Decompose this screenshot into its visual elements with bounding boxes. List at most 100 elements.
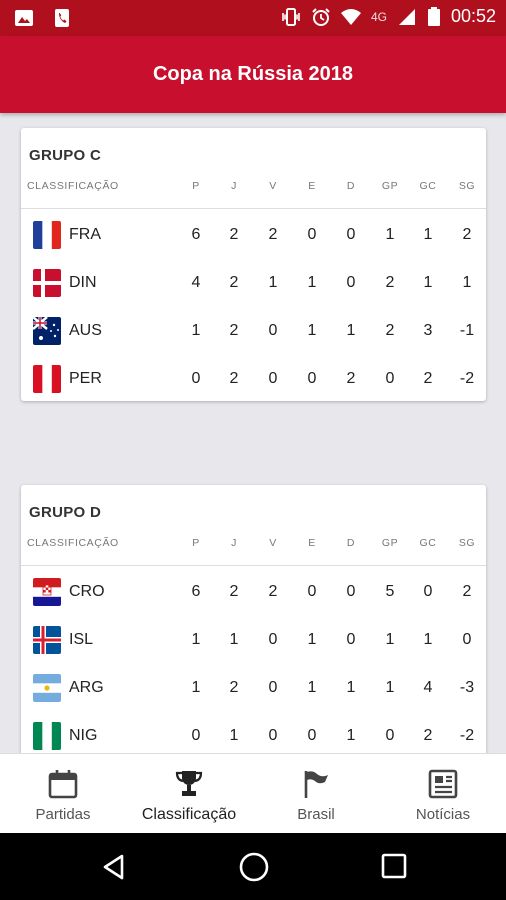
- stat-cell: 1: [385, 226, 395, 243]
- stat-cell: 6: [191, 226, 201, 243]
- header-classification: CLASSIFICAÇÃO: [27, 180, 119, 192]
- stat-cell: 0: [385, 370, 395, 387]
- nav-label: Brasil: [297, 806, 335, 823]
- nav-label: Classificação: [141, 806, 237, 823]
- australia-flag-icon: [33, 317, 61, 345]
- nigeria-flag-icon: [33, 722, 61, 750]
- stat-cell: 0: [307, 583, 317, 600]
- team-code: NIG: [69, 727, 98, 744]
- stat-cell: 2: [462, 226, 472, 243]
- stat-cell: 1: [385, 631, 395, 648]
- stat-cell: 1: [423, 226, 433, 243]
- column-header: P: [192, 537, 200, 549]
- stat-cell: 0: [385, 727, 395, 744]
- stat-cell: 6: [191, 583, 201, 600]
- signal-icon: [398, 8, 415, 25]
- team-code: DIN: [69, 274, 97, 291]
- back-icon[interactable]: [100, 853, 128, 881]
- team-code: ISL: [69, 631, 94, 648]
- page-title: Copa na Rússia 2018: [152, 63, 354, 85]
- nav-partidas[interactable]: Partidas: [0, 754, 126, 834]
- stat-cell: 1: [385, 679, 395, 696]
- nav-classificacao[interactable]: Classificação: [126, 754, 252, 834]
- stat-cell: 4: [423, 679, 433, 696]
- stat-cell: 1: [462, 274, 472, 291]
- nav-label: Partidas: [35, 806, 91, 823]
- standings-list[interactable]: GRUPO C CLASSIFICAÇÃO P J V E D GP GC SG FRA 6 2 2 0 0 1…: [0, 113, 506, 753]
- stat-cell: 0: [462, 631, 472, 648]
- column-header: P: [192, 180, 200, 192]
- column-header: V: [269, 180, 277, 192]
- home-icon[interactable]: [238, 851, 270, 883]
- stat-cell: -2: [459, 370, 475, 387]
- peru-flag-icon: [33, 365, 61, 393]
- stat-cell: 2: [229, 226, 239, 243]
- team-code: AUS: [69, 322, 102, 339]
- denmark-flag-icon: [33, 269, 61, 297]
- vibrate-icon: [282, 7, 300, 26]
- stat-cell: 0: [307, 226, 317, 243]
- stat-cell: 2: [462, 583, 472, 600]
- column-header: E: [308, 180, 316, 192]
- stat-cell: 4: [191, 274, 201, 291]
- stat-cell: 5: [385, 583, 395, 600]
- group-title: GRUPO D: [29, 504, 102, 521]
- stat-cell: -2: [459, 727, 475, 744]
- stat-cell: 0: [307, 727, 317, 744]
- stat-cell: 2: [229, 322, 239, 339]
- divider: [21, 208, 486, 209]
- stat-cell: 1: [229, 631, 239, 648]
- table-row[interactable]: AUS 1 2 0 1 1 2 3 -1: [21, 307, 486, 355]
- table-row[interactable]: FRA 6 2 2 0 0 1 1 2: [21, 211, 486, 259]
- stat-cell: 1: [346, 322, 356, 339]
- stat-cell: 0: [268, 370, 278, 387]
- header-classification: CLASSIFICAÇÃO: [27, 537, 119, 549]
- stat-cell: 2: [229, 583, 239, 600]
- nav-brasil[interactable]: Brasil: [253, 754, 379, 834]
- team-code: CRO: [69, 583, 105, 600]
- table-row[interactable]: PER 0 2 0 0 2 0 2 -2: [21, 355, 486, 403]
- battery-icon: [427, 6, 440, 26]
- table-row[interactable]: ISL 1 1 0 1 0 1 1 0: [21, 616, 486, 664]
- stat-cell: 2: [268, 226, 278, 243]
- trophy-icon: [175, 771, 203, 796]
- stat-cell: 0: [307, 370, 317, 387]
- stat-cell: 2: [385, 274, 395, 291]
- stat-cell: 1: [268, 274, 278, 291]
- column-header: E: [308, 537, 316, 549]
- column-header: SG: [458, 180, 476, 192]
- column-header: V: [269, 537, 277, 549]
- column-header: J: [231, 537, 237, 549]
- stat-cell: 1: [191, 322, 201, 339]
- stat-cell: 1: [307, 322, 317, 339]
- column-header: SG: [458, 537, 476, 549]
- stat-cell: 0: [268, 679, 278, 696]
- stat-cell: 0: [346, 631, 356, 648]
- recents-icon[interactable]: [381, 853, 407, 879]
- table-header: CLASSIFICAÇÃO P J V E D GP GC SG: [21, 537, 486, 557]
- stat-cell: 0: [268, 631, 278, 648]
- stat-cell: 1: [346, 727, 356, 744]
- team-code: PER: [69, 370, 102, 387]
- stat-cell: -3: [459, 679, 475, 696]
- stat-cell: 0: [346, 583, 356, 600]
- table-row[interactable]: ARG 1 2 0 1 1 1 4 -3: [21, 664, 486, 712]
- system-navigation-bar: [0, 833, 506, 900]
- column-header: GC: [419, 180, 437, 192]
- clock: 00:52: [450, 6, 496, 26]
- column-header: GC: [419, 537, 437, 549]
- argentina-flag-icon: [33, 674, 61, 702]
- status-bar: 4G 00:52: [0, 0, 506, 36]
- table-row[interactable]: DIN 4 2 1 1 0 2 1 1: [21, 259, 486, 307]
- nav-noticias[interactable]: Notícias: [380, 754, 506, 834]
- stat-cell: 0: [191, 370, 201, 387]
- stat-cell: 1: [307, 631, 317, 648]
- stat-cell: 2: [423, 727, 433, 744]
- stat-cell: 1: [229, 727, 239, 744]
- column-header: D: [346, 180, 356, 192]
- table-row[interactable]: CRO 6 2 2 0 0 5 0 2: [21, 568, 486, 616]
- stat-cell: 3: [423, 322, 433, 339]
- team-code: ARG: [69, 679, 104, 696]
- stat-cell: 0: [346, 226, 356, 243]
- table-row[interactable]: NIG 0 1 0 0 1 0 2 -2: [21, 712, 486, 753]
